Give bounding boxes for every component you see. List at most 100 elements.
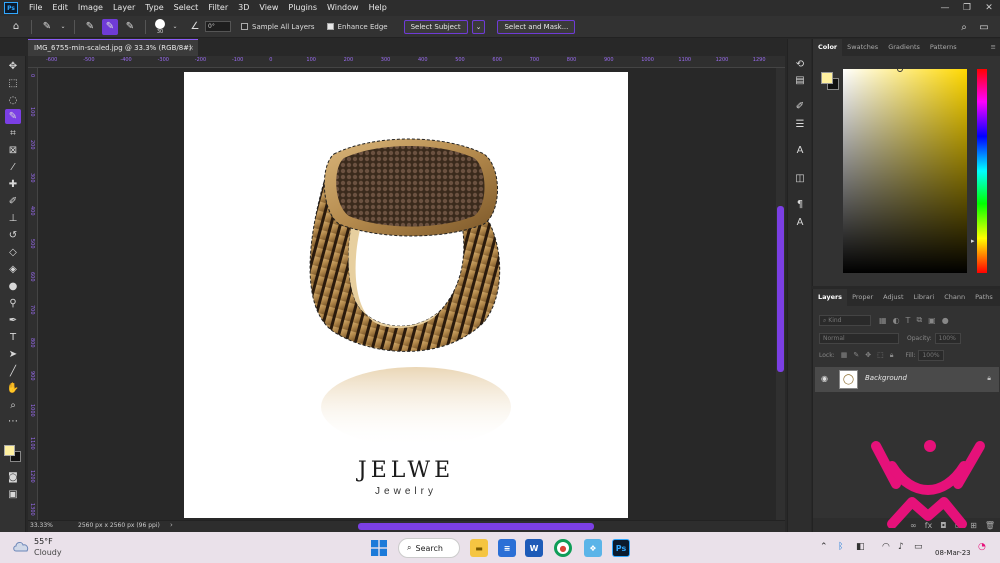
minimize-icon[interactable]: — [934,0,956,16]
opacity-input[interactable]: 100% [934,332,961,344]
bluetooth-icon[interactable]: ᛒ [838,542,843,552]
home-icon[interactable]: ⌂ [8,19,24,35]
quick-mask-icon[interactable]: ◙ [5,470,21,485]
menu-3d[interactable]: 3D [233,0,254,16]
filter-type-icon[interactable]: T [906,316,911,325]
tab-layers[interactable]: Layers [813,289,848,306]
menu-file[interactable]: File [24,0,47,16]
filter-pixel-icon[interactable]: ▦ [879,316,887,325]
healing-brush-tool-icon[interactable]: ✚ [5,177,21,192]
maximize-icon[interactable]: ❐ [956,0,978,16]
weather-temperature[interactable]: 55°F [34,537,53,546]
photoshop-app-icon[interactable]: Ps [612,539,630,557]
eraser-tool-icon[interactable]: ◇ [5,245,21,260]
vertical-scroll-thumb[interactable] [777,206,784,372]
layer-row-background[interactable]: ◉ ◯ Background 🔒︎ [815,367,999,392]
horizontal-scroll-thumb[interactable] [358,523,594,530]
quick-selection-tool-icon[interactable]: ✎ [5,109,21,124]
document-canvas[interactable]: JELWE Jewelry [184,72,628,518]
photos-app-icon[interactable]: ❖ [584,539,602,557]
search-icon[interactable]: ⌕ [956,19,972,35]
weather-description[interactable]: Cloudy [34,548,62,557]
hue-slider-handle-icon[interactable]: ▸ [971,237,975,245]
select-and-mask-button[interactable]: Select and Mask... [497,19,576,34]
hand-tool-icon[interactable]: ✋ [5,381,21,396]
battery-icon[interactable]: ▭ [914,542,923,552]
select-subject-dropdown[interactable]: ⌄ [471,19,486,34]
lasso-tool-icon[interactable]: ◌ [5,93,21,108]
brush-size-picker[interactable]: 30 [155,18,165,35]
move-tool-icon[interactable]: ✥ [5,59,21,74]
hue-slider[interactable] [977,69,987,273]
notification-icon[interactable]: ◔ [978,542,986,552]
close-tab-icon[interactable]: × [188,40,194,56]
menu-type[interactable]: Type [140,0,168,16]
path-selection-tool-icon[interactable]: ➤ [5,347,21,362]
history-panel-icon[interactable]: ⟲ [793,57,807,71]
brush-tool-icon[interactable]: ✐ [5,194,21,209]
tab-color[interactable]: Color [813,39,843,56]
brushes-panel-icon[interactable]: ✐ [793,99,807,113]
clone-source-panel-icon[interactable]: ◫ [793,171,807,185]
dodge-tool-icon[interactable]: ⚲ [5,296,21,311]
history-brush-tool-icon[interactable]: ↺ [5,228,21,243]
menu-select[interactable]: Select [169,0,204,16]
workspace-icon[interactable]: ▭ [976,19,992,35]
menu-layer[interactable]: Layer [108,0,140,16]
blend-mode-select[interactable]: Normal [819,332,899,344]
foreground-color-chip[interactable] [821,72,833,84]
eyedropper-tool-icon[interactable]: ⁄ [5,160,21,175]
character-panel-icon[interactable]: A [793,143,807,157]
layer-visibility-eye-icon[interactable]: ◉ [821,374,828,383]
windows-start-icon[interactable] [371,540,387,556]
tab-paths[interactable]: Paths [970,289,998,306]
tray-chevron-up-icon[interactable]: ⌃ [820,542,828,552]
adjustments-panel-icon[interactable]: ☰ [793,117,807,131]
taskbar-search-box[interactable]: ⌕ Search [398,538,460,558]
layer-lock-icon[interactable]: 🔒︎ [987,374,991,383]
menu-plugins[interactable]: Plugins [283,0,322,16]
sample-all-layers-checkbox[interactable]: Sample All Layers [241,23,315,31]
enhance-edge-checkbox[interactable]: Enhance Edge [326,23,388,31]
tab-patterns[interactable]: Patterns [925,39,962,56]
subtract-selection-brush-icon[interactable]: ✎ [122,19,138,35]
fill-input[interactable]: 100% [918,349,945,361]
layer-kind-filter[interactable]: ⌕ Kind [819,314,871,326]
lock-artboard-icon[interactable]: ⬚ [877,351,884,359]
tab-gradients[interactable]: Gradients [883,39,925,56]
paint-bucket-tool-icon[interactable]: ◈ [5,262,21,277]
notepad-app-icon[interactable]: ≡ [498,539,516,557]
menu-edit[interactable]: Edit [47,0,73,16]
screen-mode-icon[interactable]: ▣ [5,487,21,502]
frame-tool-icon[interactable]: ⊠ [5,143,21,158]
tray-app-icon[interactable]: ◧ [856,542,865,552]
chevron-down-icon[interactable]: ⌄ [59,19,67,35]
lock-transparent-icon[interactable]: ▦ [841,351,848,359]
lock-image-icon[interactable]: ✎ [853,351,859,359]
new-selection-brush-icon[interactable]: ✎ [82,19,98,35]
filter-shape-icon[interactable]: ⧉ [916,315,922,325]
paragraph-panel-icon[interactable]: ¶ [793,197,807,211]
document-tab[interactable]: IMG_6755-min-scaled.jpg @ 33.3% (RGB/8#)… [28,39,198,56]
menu-window[interactable]: Window [322,0,364,16]
add-to-selection-brush-icon[interactable]: ✎ [102,18,118,35]
tab-adjustments[interactable]: Adjust [878,289,908,306]
zoom-tool-icon[interactable]: ⌕ [5,398,21,413]
glyphs-panel-icon[interactable]: A [793,215,807,229]
blur-tool-icon[interactable]: ● [5,279,21,294]
status-nav-arrow-icon[interactable]: › [170,521,173,529]
menu-view[interactable]: View [254,0,283,16]
file-explorer-icon[interactable]: ▬ [470,539,488,557]
line-tool-icon[interactable]: ╱ [5,364,21,379]
color-picker-field[interactable] [843,66,967,273]
word-app-icon[interactable]: W [525,539,543,557]
zoom-level[interactable]: 33.33% [30,522,53,529]
menu-filter[interactable]: Filter [203,0,233,16]
tab-channels[interactable]: Chann [939,289,970,306]
tab-swatches[interactable]: Swatches [842,39,883,56]
panel-menu-icon[interactable]: ≡ [986,39,1000,56]
menu-image[interactable]: Image [73,0,108,16]
comments-panel-icon[interactable]: ▤ [793,73,807,87]
volume-icon[interactable]: ♪ [898,542,904,552]
chrome-app-icon[interactable]: ● [554,539,572,557]
